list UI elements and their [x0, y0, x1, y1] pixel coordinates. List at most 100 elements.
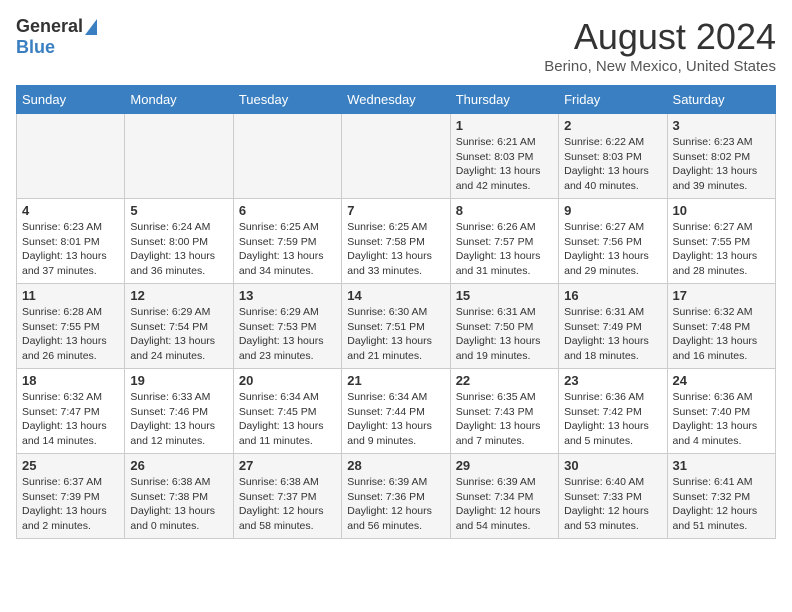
title-section: August 2024 Berino, New Mexico, United S… — [544, 16, 776, 75]
day-info: Sunrise: 6:21 AMSunset: 8:03 PMDaylight:… — [456, 135, 553, 194]
day-number: 24 — [673, 373, 770, 388]
day-info: Sunrise: 6:34 AMSunset: 7:45 PMDaylight:… — [239, 390, 336, 449]
header-friday: Friday — [559, 86, 667, 114]
header-sunday: Sunday — [17, 86, 125, 114]
day-number: 20 — [239, 373, 336, 388]
calendar-cell-w1-d7: 3 Sunrise: 6:23 AMSunset: 8:02 PMDaylight… — [667, 114, 775, 199]
day-info: Sunrise: 6:25 AMSunset: 7:58 PMDaylight:… — [347, 220, 444, 279]
calendar-cell-w2-d7: 10Sunrise: 6:27 AMSunset: 7:55 PMDayligh… — [667, 199, 775, 284]
day-number: 8 — [456, 203, 553, 218]
day-info: Sunrise: 6:34 AMSunset: 7:44 PMDaylight:… — [347, 390, 444, 449]
calendar-cell-w5-d7: 31 Sunrise: 6:41 AMSunset: 7:32 PMDayligh… — [667, 454, 775, 539]
calendar-cell-w4-d6: 23Sunrise: 6:36 AMSunset: 7:42 PMDayligh… — [559, 369, 667, 454]
day-number: 5 — [130, 203, 227, 218]
day-number: 25 — [22, 458, 119, 473]
week-row-5: 25 Sunrise: 6:37 AMSunset: 7:39 PMDayligh… — [17, 454, 776, 539]
day-info: Sunrise: 6:40 AMSunset: 7:33 PMDaylight:… — [564, 475, 661, 534]
day-number: 7 — [347, 203, 444, 218]
day-number: 12 — [130, 288, 227, 303]
calendar-cell-w2-d1: 4 Sunrise: 6:23 AMSunset: 8:01 PMDaylight… — [17, 199, 125, 284]
calendar-cell-w1-d3 — [233, 114, 341, 199]
day-info: Sunrise: 6:25 AMSunset: 7:59 PMDaylight:… — [239, 220, 336, 279]
header: General Blue August 2024 Berino, New Mex… — [16, 16, 776, 75]
calendar-cell-w2-d3: 6 Sunrise: 6:25 AMSunset: 7:59 PMDaylight… — [233, 199, 341, 284]
week-row-4: 18 Sunrise: 6:32 AMSunset: 7:47 PMDayligh… — [17, 369, 776, 454]
day-info: Sunrise: 6:32 AMSunset: 7:48 PMDaylight:… — [673, 305, 770, 364]
day-info: Sunrise: 6:39 AMSunset: 7:34 PMDaylight:… — [456, 475, 553, 534]
day-info: Sunrise: 6:23 AMSunset: 8:01 PMDaylight:… — [22, 220, 119, 279]
day-number: 17 — [673, 288, 770, 303]
calendar-cell-w4-d5: 22Sunrise: 6:35 AMSunset: 7:43 PMDayligh… — [450, 369, 558, 454]
day-number: 4 — [22, 203, 119, 218]
day-number: 19 — [130, 373, 227, 388]
day-number: 26 — [130, 458, 227, 473]
day-number: 10 — [673, 203, 770, 218]
day-number: 15 — [456, 288, 553, 303]
day-info: Sunrise: 6:33 AMSunset: 7:46 PMDaylight:… — [130, 390, 227, 449]
day-number: 29 — [456, 458, 553, 473]
day-number: 13 — [239, 288, 336, 303]
calendar-cell-w4-d1: 18 Sunrise: 6:32 AMSunset: 7:47 PMDayligh… — [17, 369, 125, 454]
calendar-cell-w5-d2: 26 Sunrise: 6:38 AMSunset: 7:38 PMDayligh… — [125, 454, 233, 539]
calendar-cell-w3-d5: 15Sunrise: 6:31 AMSunset: 7:50 PMDayligh… — [450, 284, 558, 369]
day-number: 6 — [239, 203, 336, 218]
calendar-cell-w5-d6: 30 Sunrise: 6:40 AMSunset: 7:33 PMDayligh… — [559, 454, 667, 539]
header-monday: Monday — [125, 86, 233, 114]
day-info: Sunrise: 6:27 AMSunset: 7:56 PMDaylight:… — [564, 220, 661, 279]
calendar-cell-w2-d2: 5 Sunrise: 6:24 AMSunset: 8:00 PMDaylight… — [125, 199, 233, 284]
calendar-cell-w1-d1 — [17, 114, 125, 199]
day-info: Sunrise: 6:22 AMSunset: 8:03 PMDaylight:… — [564, 135, 661, 194]
month-year-title: August 2024 — [544, 16, 776, 58]
day-info: Sunrise: 6:28 AMSunset: 7:55 PMDaylight:… — [22, 305, 119, 364]
calendar-cell-w3-d1: 11 Sunrise: 6:28 AMSunset: 7:55 PMDayligh… — [17, 284, 125, 369]
day-info: Sunrise: 6:23 AMSunset: 8:02 PMDaylight:… — [673, 135, 770, 194]
calendar-cell-w1-d6: 2Sunrise: 6:22 AMSunset: 8:03 PMDaylight… — [559, 114, 667, 199]
day-info: Sunrise: 6:41 AMSunset: 7:32 PMDaylight:… — [673, 475, 770, 534]
day-number: 30 — [564, 458, 661, 473]
calendar-table: Sunday Monday Tuesday Wednesday Thursday… — [16, 85, 776, 539]
logo-triangle-icon — [85, 19, 97, 35]
calendar-cell-w4-d4: 21 Sunrise: 6:34 AMSunset: 7:44 PMDayligh… — [342, 369, 450, 454]
header-wednesday: Wednesday — [342, 86, 450, 114]
week-row-1: 1 Sunrise: 6:21 AMSunset: 8:03 PMDaylight… — [17, 114, 776, 199]
day-info: Sunrise: 6:26 AMSunset: 7:57 PMDaylight:… — [456, 220, 553, 279]
calendar-cell-w3-d3: 13 Sunrise: 6:29 AMSunset: 7:53 PMDayligh… — [233, 284, 341, 369]
day-info: Sunrise: 6:31 AMSunset: 7:49 PMDaylight:… — [564, 305, 661, 364]
logo-blue-text: Blue — [16, 37, 55, 57]
day-number: 18 — [22, 373, 119, 388]
day-number: 11 — [22, 288, 119, 303]
calendar-cell-w2-d5: 8 Sunrise: 6:26 AMSunset: 7:57 PMDaylight… — [450, 199, 558, 284]
day-number: 16 — [564, 288, 661, 303]
location-subtitle: Berino, New Mexico, United States — [544, 58, 776, 75]
day-info: Sunrise: 6:29 AMSunset: 7:54 PMDaylight:… — [130, 305, 227, 364]
calendar-cell-w4-d7: 24Sunrise: 6:36 AMSunset: 7:40 PMDayligh… — [667, 369, 775, 454]
calendar-cell-w5-d5: 29 Sunrise: 6:39 AMSunset: 7:34 PMDayligh… — [450, 454, 558, 539]
day-info: Sunrise: 6:32 AMSunset: 7:47 PMDaylight:… — [22, 390, 119, 449]
day-number: 9 — [564, 203, 661, 218]
calendar-cell-w2-d6: 9 Sunrise: 6:27 AMSunset: 7:56 PMDaylight… — [559, 199, 667, 284]
day-number: 28 — [347, 458, 444, 473]
day-number: 22 — [456, 373, 553, 388]
calendar-cell-w5-d1: 25 Sunrise: 6:37 AMSunset: 7:39 PMDayligh… — [17, 454, 125, 539]
logo-general-text: General — [16, 16, 83, 37]
day-info: Sunrise: 6:29 AMSunset: 7:53 PMDaylight:… — [239, 305, 336, 364]
day-info: Sunrise: 6:38 AMSunset: 7:38 PMDaylight:… — [130, 475, 227, 534]
day-number: 27 — [239, 458, 336, 473]
week-row-2: 4 Sunrise: 6:23 AMSunset: 8:01 PMDaylight… — [17, 199, 776, 284]
calendar-cell-w3-d2: 12 Sunrise: 6:29 AMSunset: 7:54 PMDayligh… — [125, 284, 233, 369]
day-info: Sunrise: 6:38 AMSunset: 7:37 PMDaylight:… — [239, 475, 336, 534]
day-number: 3 — [673, 118, 770, 133]
calendar-cell-w1-d4 — [342, 114, 450, 199]
day-number: 23 — [564, 373, 661, 388]
week-row-3: 11 Sunrise: 6:28 AMSunset: 7:55 PMDayligh… — [17, 284, 776, 369]
day-number: 21 — [347, 373, 444, 388]
calendar-cell-w4-d3: 20 Sunrise: 6:34 AMSunset: 7:45 PMDayligh… — [233, 369, 341, 454]
day-number: 31 — [673, 458, 770, 473]
calendar-header-row: Sunday Monday Tuesday Wednesday Thursday… — [17, 86, 776, 114]
header-saturday: Saturday — [667, 86, 775, 114]
calendar-cell-w5-d3: 27 Sunrise: 6:38 AMSunset: 7:37 PMDayligh… — [233, 454, 341, 539]
day-info: Sunrise: 6:37 AMSunset: 7:39 PMDaylight:… — [22, 475, 119, 534]
day-info: Sunrise: 6:24 AMSunset: 8:00 PMDaylight:… — [130, 220, 227, 279]
day-number: 1 — [456, 118, 553, 133]
header-tuesday: Tuesday — [233, 86, 341, 114]
